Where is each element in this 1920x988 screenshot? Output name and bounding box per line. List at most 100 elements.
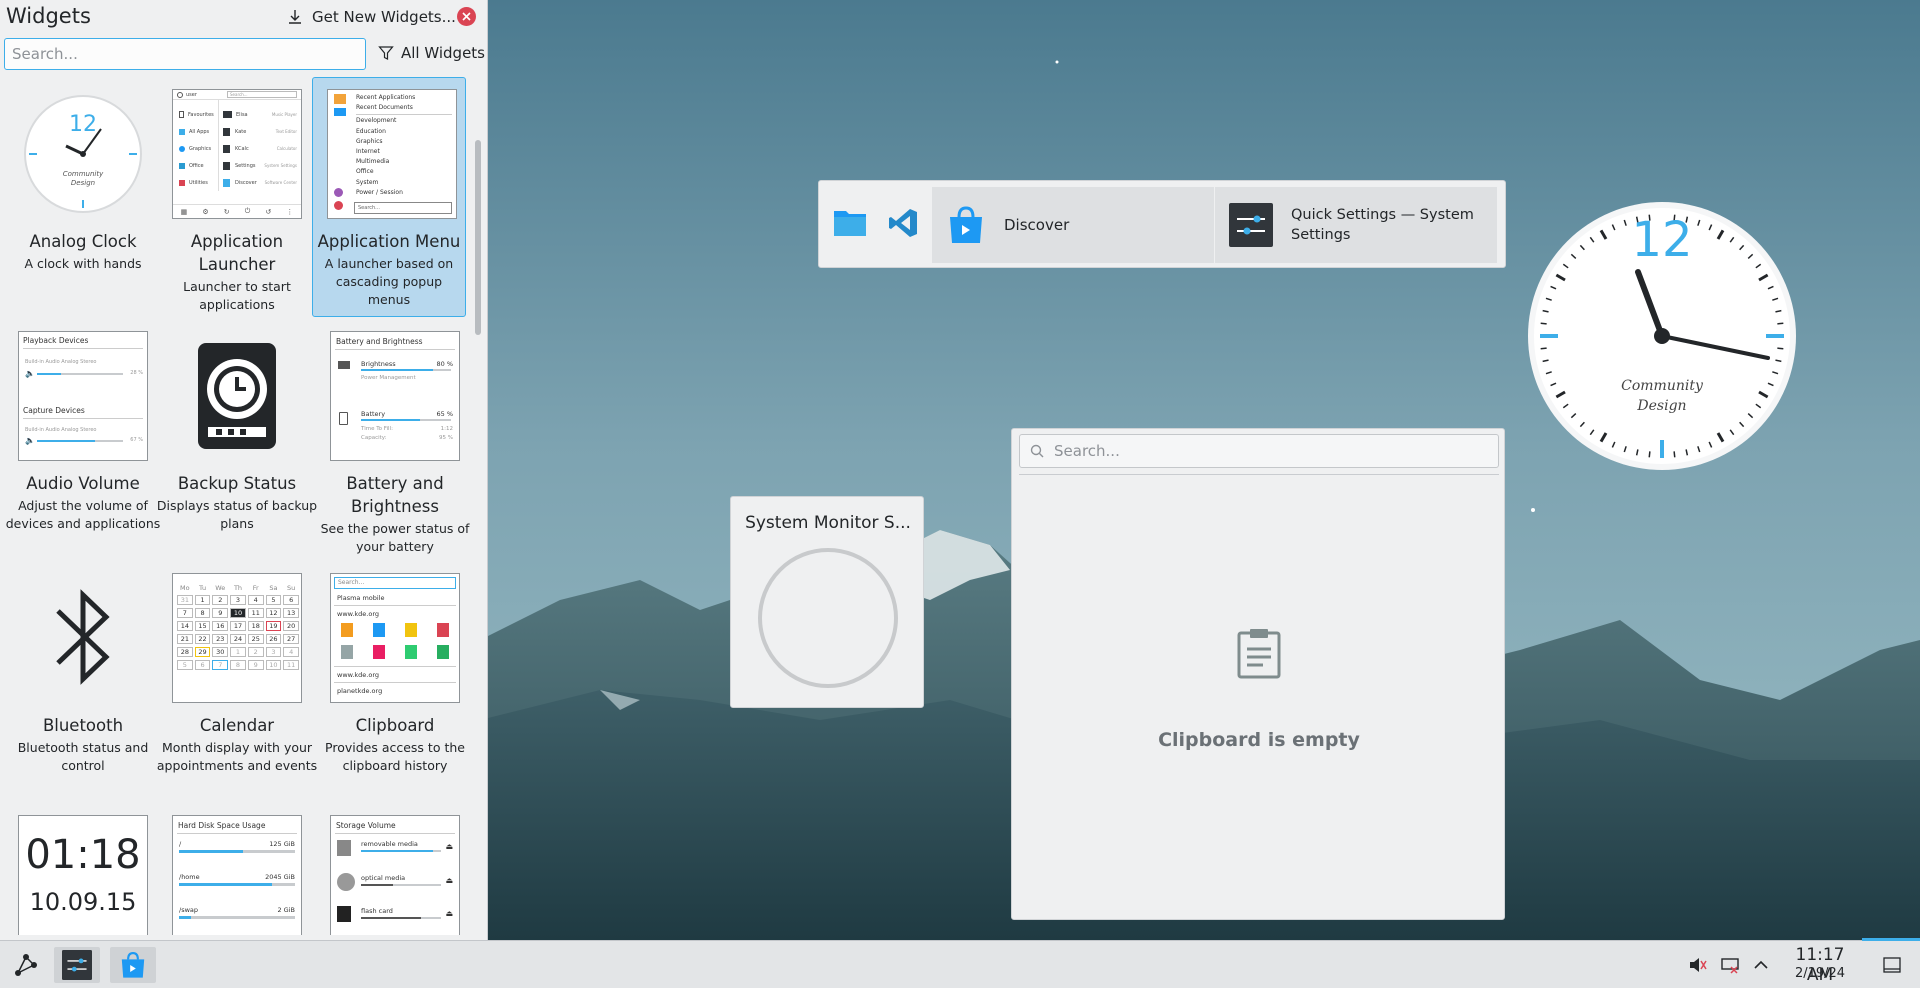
monitor-icon <box>338 361 350 369</box>
audio-thumb-heading: Playback Devices <box>23 336 89 345</box>
launcher-item-label: Discover <box>1004 216 1070 234</box>
bluetooth-icon <box>56 589 110 685</box>
launcher-thumb-user: user <box>186 91 197 98</box>
widget-clipboard[interactable]: Search... Plasma mobile www.kde.org www.… <box>312 561 466 799</box>
disk-thumb-title: Hard Disk Space Usage <box>178 821 266 830</box>
widget-digital-clock[interactable]: 01:18 10.09.15 <box>0 803 154 935</box>
calendar-day-cell: 2 <box>247 647 264 657</box>
widget-bluetooth[interactable]: Bluetooth Bluetooth status and control <box>0 561 154 799</box>
widget-backup-status[interactable]: Backup Status Displays status of backup … <box>154 319 317 557</box>
audio-thumb-pct: 28 % <box>130 370 143 376</box>
clock-tick <box>1777 322 1784 325</box>
application-menu-thumbnail: Recent Applications Recent Documents Dev… <box>327 89 457 219</box>
battery-brightness-thumbnail: Battery and Brightness Brightness 80 % P… <box>330 331 460 461</box>
calendar-day-cell: 7 <box>177 608 193 618</box>
taskbar: 11:17 AM 2/19/24 <box>0 938 1920 988</box>
widget-audio-volume[interactable]: Playback Devices Build-in Audio Analog S… <box>0 319 160 557</box>
calendar-day-cell: 10 <box>230 608 246 618</box>
widget-search-input[interactable] <box>4 38 366 70</box>
analog-clock-widget[interactable]: 12 Community Design <box>1526 200 1798 472</box>
folder-icon[interactable] <box>833 207 867 237</box>
menu-thumb-item: Development <box>356 117 397 125</box>
widget-analog-clock[interactable]: 12 Community Design Analog Clock A clock… <box>0 77 154 315</box>
flash-card-icon <box>337 906 351 922</box>
launcher-item-discover[interactable]: Discover <box>932 187 1214 263</box>
clipboard-thumbnail: Search... Plasma mobile www.kde.org www.… <box>330 573 460 703</box>
widget-calendar[interactable]: Mo Tu We Th Fr Sa Su 31 1 2 3 4 5 6 7 8 9 10 11 12 13 14 15 16 1… <box>154 561 317 799</box>
disk-level <box>179 883 272 886</box>
digital-thumb-date: 10.09.15 <box>29 888 137 916</box>
taskbar-date[interactable]: 2/19/24 <box>1780 966 1860 981</box>
battery-level <box>361 419 420 421</box>
audio-thumb-pct: 67 % <box>130 437 143 443</box>
task-quick-settings[interactable] <box>54 947 100 983</box>
app-launcher-icon[interactable] <box>8 947 44 983</box>
calendar-day-header: We <box>215 584 226 592</box>
launcher-item-label: Quick Settings — System Settings <box>1291 207 1474 243</box>
launcher-thumb-cat: Office <box>173 157 218 174</box>
menu-thumb-item: Office <box>356 168 374 176</box>
clock-tick <box>1673 451 1676 458</box>
widget-name: Battery and Brightness <box>346 474 444 516</box>
battery-thumb-sub: Time To Fill: <box>361 426 393 432</box>
audio-level-1 <box>37 373 62 375</box>
calendar-day-cell: 18 <box>247 621 264 631</box>
filter-button[interactable]: All Widgets <box>378 44 485 62</box>
vscode-icon[interactable] <box>887 207 919 239</box>
quick-settings-icon <box>62 950 92 980</box>
storage-volume-thumbnail: Storage Volume removable media ⏏ optical… <box>330 815 460 935</box>
speaker-icon: 🔈 <box>25 369 35 378</box>
peek-indicator <box>1862 938 1920 941</box>
widget-list-scrollbar[interactable] <box>475 140 481 335</box>
clock-tick <box>1777 347 1784 350</box>
widget-battery-brightness[interactable]: Battery and Brightness Brightness 80 % P… <box>312 319 469 557</box>
get-new-widgets-button[interactable]: Get New Widgets... <box>286 6 456 28</box>
show-desktop-icon[interactable] <box>1880 947 1904 983</box>
battery-thumb-label: Brightness <box>361 360 396 368</box>
discover-icon <box>121 952 145 978</box>
calendar-day-cell: 20 <box>283 621 299 631</box>
launcher-item-quick-settings[interactable]: Quick Settings — System Settings <box>1215 187 1497 263</box>
widgets-panel: Widgets Get New Widgets... All Widgets 1… <box>0 0 488 940</box>
widget-desc: Launcher to start applications <box>183 279 291 312</box>
eject-icon[interactable]: ⏏ <box>445 842 453 851</box>
volume-muted-icon[interactable] <box>1685 947 1709 983</box>
audio-level-2 <box>37 440 95 442</box>
analog-clock-thumbnail: 12 Community Design <box>18 89 148 219</box>
task-discover[interactable] <box>110 947 156 983</box>
menu-thumb-icon <box>334 94 346 104</box>
eject-icon[interactable]: ⏏ <box>445 909 453 918</box>
brightness-level <box>361 369 433 371</box>
calendar-day-cell: 8 <box>230 660 246 670</box>
storage-level <box>361 917 421 919</box>
calendar-day-cell: 17 <box>230 621 246 631</box>
clock-tick <box>1540 322 1547 325</box>
calendar-day-cell: 5 <box>265 595 282 605</box>
close-icon[interactable] <box>457 7 476 26</box>
network-disconnected-icon[interactable] <box>1718 947 1742 983</box>
widget-storage-volume[interactable]: Storage Volume removable media ⏏ optical… <box>312 803 466 935</box>
calendar-day-cell: 16 <box>212 621 229 631</box>
calendar-day-cell: 4 <box>283 647 299 657</box>
menu-thumb-search: Search... <box>354 202 452 214</box>
optical-disc-icon <box>337 873 355 891</box>
chevron-up-icon[interactable] <box>1750 947 1772 983</box>
calendar-day-header: Tu <box>199 584 207 592</box>
calendar-day-cell: 3 <box>230 595 246 605</box>
clock-center <box>1654 328 1670 344</box>
clipboard-search-field[interactable]: Search... <box>1019 434 1499 468</box>
widget-disk-usage[interactable]: Hard Disk Space Usage / 125 GiB /home 20… <box>154 803 308 935</box>
battery-icon <box>339 412 348 425</box>
menu-thumb-item: Recent Documents <box>356 104 413 112</box>
calendar-day-cell: 27 <box>283 634 299 644</box>
calendar-day-cell: 24 <box>230 634 246 644</box>
widget-application-menu[interactable]: Recent Applications Recent Documents Dev… <box>312 77 466 317</box>
eject-icon[interactable]: ⏏ <box>445 876 453 885</box>
system-monitor-widget[interactable]: System Monitor S... <box>730 496 924 708</box>
calendar-day-header: Sa <box>269 584 278 592</box>
widget-application-launcher[interactable]: user Search... Favourites All Apps Graph… <box>154 77 308 315</box>
widget-name: Application Launcher <box>190 232 284 274</box>
launcher-thumb-cat: Graphics <box>173 140 218 157</box>
search-icon <box>1030 444 1044 458</box>
filter-label: All Widgets <box>401 44 486 62</box>
